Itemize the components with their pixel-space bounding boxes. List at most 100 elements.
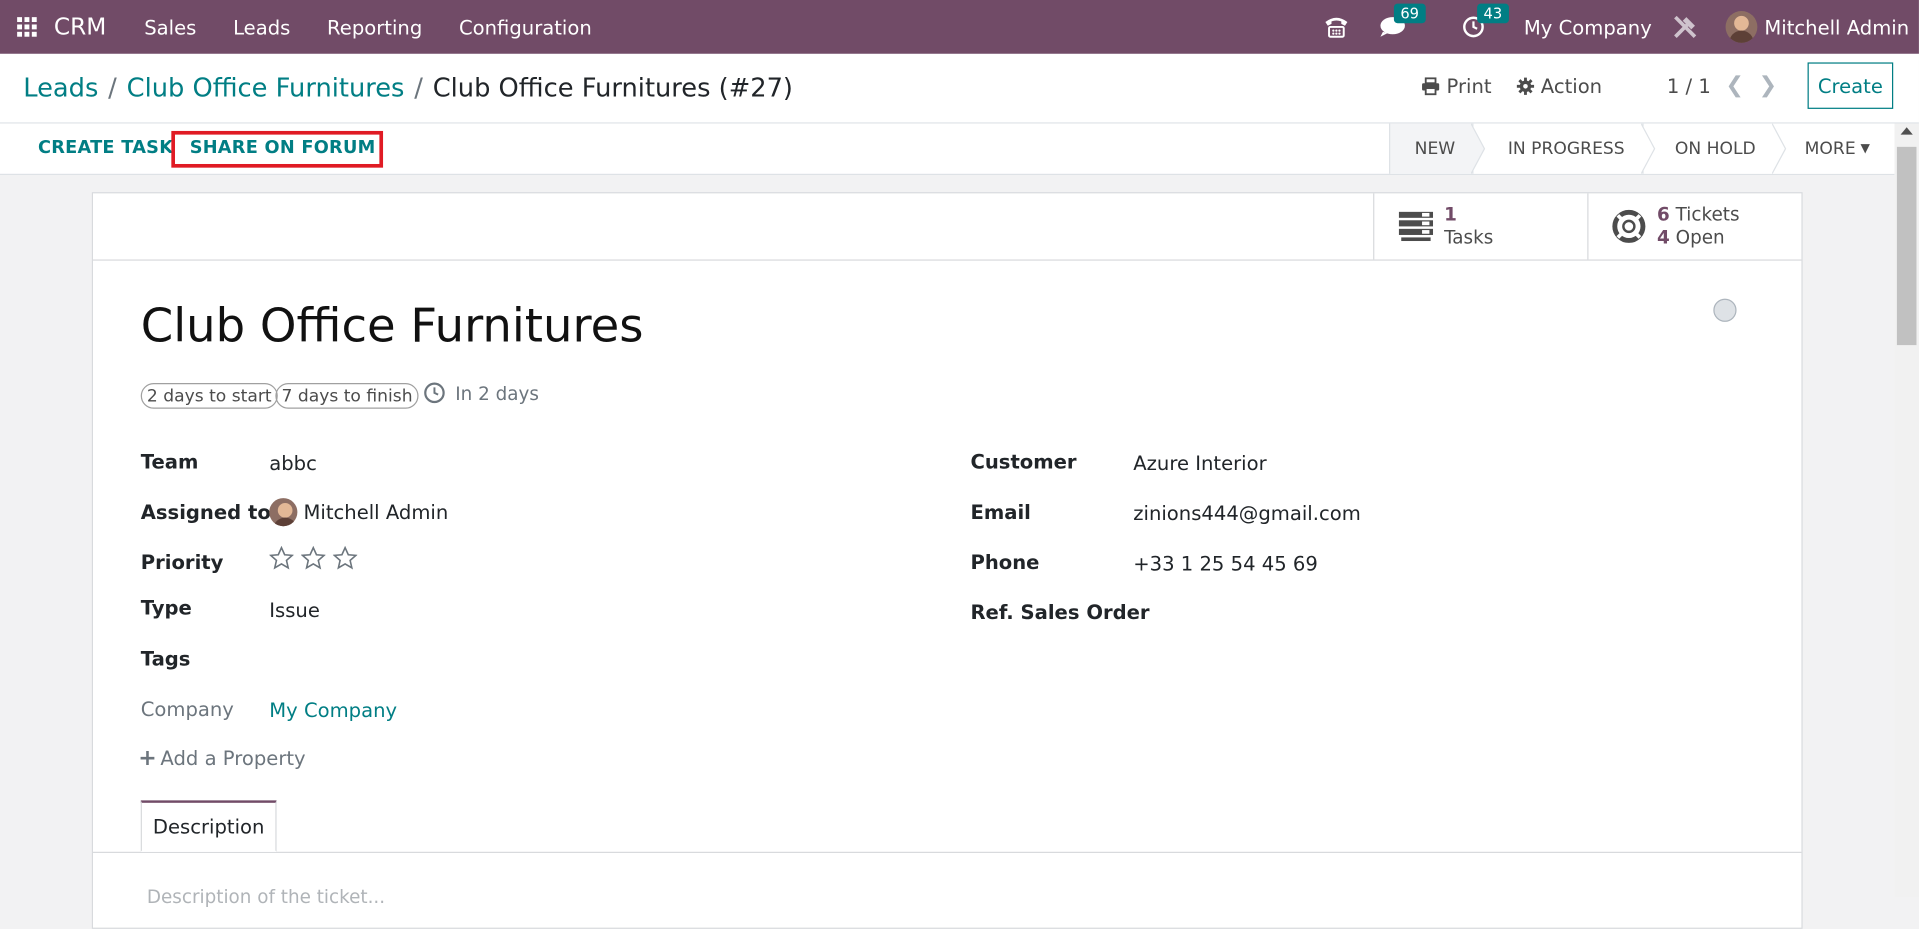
caret-down-icon: ▼ bbox=[1860, 141, 1870, 156]
activities-clock-icon[interactable]: 43 bbox=[1463, 3, 1509, 38]
pager-next-icon[interactable]: ❯ bbox=[1759, 72, 1777, 98]
breadcrumb: Leads / Club Office Furnitures / Club Office… bbox=[23, 73, 793, 102]
assigned-to-field[interactable]: Mitchell Admin bbox=[269, 498, 449, 527]
priority-widget bbox=[269, 545, 358, 570]
create-task-button[interactable]: CREATE TASK bbox=[38, 138, 173, 158]
breadcrumb-current: Club Office Furnitures (#27) bbox=[432, 73, 793, 103]
tasks-count: 1 bbox=[1444, 203, 1457, 226]
company-switcher[interactable]: My Company bbox=[1524, 15, 1652, 38]
messages-count-badge: 69 bbox=[1394, 3, 1426, 24]
phone-field[interactable]: +33 1 25 54 45 69 bbox=[1133, 552, 1318, 575]
add-property-button[interactable]: + Add a Property bbox=[138, 745, 305, 771]
user-avatar bbox=[1725, 11, 1758, 43]
tags-label: Tags bbox=[140, 647, 191, 671]
assigned-to-label: Assigned to bbox=[140, 500, 271, 524]
customer-field[interactable]: Azure Interior bbox=[1133, 452, 1266, 475]
tasks-stat: 1 Tasks bbox=[1444, 203, 1493, 250]
print-label: Print bbox=[1446, 74, 1492, 98]
add-property-label: Add a Property bbox=[160, 746, 306, 770]
type-field[interactable]: Issue bbox=[269, 598, 320, 621]
pager-previous-icon[interactable]: ❮ bbox=[1726, 72, 1744, 98]
priority-star-icon[interactable] bbox=[301, 545, 326, 570]
days-to-start-badge: 2 days to start bbox=[140, 383, 278, 409]
form-statusbar: CREATE TASK SHARE ON FORUM NEW IN PROGRE… bbox=[0, 123, 1895, 176]
tickets-label: Tickets bbox=[1675, 203, 1740, 226]
email-field[interactable]: zinions444@gmail.com bbox=[1133, 502, 1361, 525]
tickets-stat: 6 Tickets 4 Open bbox=[1657, 203, 1740, 250]
menu-leads[interactable]: Leads bbox=[233, 15, 290, 38]
tickets-count: 6 bbox=[1657, 203, 1670, 226]
share-forum-highlight-box bbox=[171, 130, 384, 168]
tasks-smart-button[interactable]: 1 Tasks bbox=[1373, 193, 1587, 260]
days-to-finish-badge: 7 days to finish bbox=[275, 383, 419, 409]
open-label: Open bbox=[1675, 226, 1725, 249]
assigned-to-value: Mitchell Admin bbox=[303, 500, 449, 524]
smart-button-box: 1 Tasks 6 Tickets 4 Open bbox=[93, 193, 1802, 261]
stage-on-hold[interactable]: ON HOLD bbox=[1641, 123, 1786, 174]
tasks-label: Tasks bbox=[1444, 226, 1494, 249]
customer-label: Customer bbox=[970, 450, 1077, 474]
team-field[interactable]: abbc bbox=[269, 452, 317, 475]
priority-star-icon[interactable] bbox=[332, 545, 358, 570]
print-button[interactable]: Print bbox=[1421, 75, 1492, 98]
debug-tools-icon[interactable] bbox=[1671, 13, 1698, 40]
stage-on-hold-label: ON HOLD bbox=[1674, 138, 1756, 159]
type-label: Type bbox=[140, 595, 192, 620]
stage-more-dropdown[interactable]: MORE ▼ bbox=[1772, 123, 1895, 174]
pager-value[interactable]: 1 / 1 bbox=[1667, 75, 1711, 98]
gear-icon bbox=[1516, 77, 1535, 95]
breadcrumb-separator: / bbox=[414, 73, 423, 103]
messages-icon[interactable]: 69 bbox=[1380, 3, 1426, 38]
top-navbar: CRM Sales Leads Reporting Configuration … bbox=[0, 0, 1919, 54]
create-button[interactable]: Create bbox=[1807, 62, 1894, 109]
company-label: Company bbox=[140, 697, 234, 721]
assignee-avatar bbox=[269, 498, 298, 527]
scrollbar-thumb[interactable] bbox=[1896, 146, 1917, 346]
priority-label: Priority bbox=[140, 550, 224, 574]
clock-icon bbox=[424, 382, 445, 404]
stage-new-label: NEW bbox=[1414, 138, 1456, 159]
tab-description[interactable]: Description bbox=[140, 800, 277, 852]
breadcrumb-lead[interactable]: Club Office Furnitures bbox=[127, 73, 405, 102]
voip-phone-icon[interactable] bbox=[1323, 15, 1350, 39]
breadcrumb-separator: / bbox=[108, 73, 117, 103]
stage-arrow-icon bbox=[1471, 123, 1486, 174]
lifebuoy-icon bbox=[1612, 209, 1646, 243]
open-count: 4 bbox=[1657, 226, 1670, 249]
team-label: Team bbox=[140, 450, 199, 474]
tickets-smart-button[interactable]: 6 Tickets 4 Open bbox=[1587, 193, 1801, 260]
user-name: Mitchell Admin bbox=[1764, 15, 1910, 39]
priority-star-icon[interactable] bbox=[269, 545, 294, 570]
notebook-tab-line bbox=[93, 851, 1802, 853]
deadline-text: In 2 days bbox=[455, 383, 539, 406]
tasks-list-icon bbox=[1398, 211, 1434, 242]
activities-count-badge: 43 bbox=[1477, 3, 1509, 24]
breadcrumb-leads[interactable]: Leads bbox=[23, 73, 98, 102]
menu-configuration[interactable]: Configuration bbox=[459, 15, 592, 38]
kanban-state-icon[interactable] bbox=[1713, 298, 1737, 322]
menu-sales[interactable]: Sales bbox=[144, 15, 196, 38]
stage-pipeline: NEW IN PROGRESS ON HOLD MORE ▼ bbox=[1388, 123, 1895, 174]
email-label: Email bbox=[970, 500, 1031, 524]
action-button[interactable]: Action bbox=[1516, 75, 1602, 98]
app-brand[interactable]: CRM bbox=[54, 13, 106, 40]
stage-more-label: MORE bbox=[1804, 138, 1856, 159]
apps-menu-icon[interactable] bbox=[0, 0, 54, 54]
printer-icon bbox=[1422, 77, 1440, 96]
phone-label: Phone bbox=[970, 550, 1040, 574]
form-sheet: 1 Tasks 6 Tickets 4 Open Club Office Fur… bbox=[91, 192, 1803, 929]
control-panel: Leads / Club Office Furnitures / Club Office… bbox=[0, 53, 1919, 124]
stage-new[interactable]: NEW bbox=[1388, 123, 1486, 174]
scroll-up-icon[interactable] bbox=[1900, 127, 1913, 135]
stage-arrow-icon bbox=[1640, 123, 1655, 174]
menu-reporting[interactable]: Reporting bbox=[327, 15, 422, 38]
company-field[interactable]: My Company bbox=[269, 699, 397, 722]
user-menu[interactable]: Mitchell Admin bbox=[1725, 11, 1909, 43]
action-label: Action bbox=[1540, 74, 1603, 98]
plus-icon: + bbox=[138, 745, 157, 771]
description-placeholder[interactable]: Description of the ticket... bbox=[147, 886, 385, 908]
stage-arrow-icon bbox=[1771, 123, 1786, 174]
record-title[interactable]: Club Office Furnitures bbox=[141, 299, 644, 353]
stage-in-progress-label: IN PROGRESS bbox=[1507, 138, 1625, 159]
stage-in-progress[interactable]: IN PROGRESS bbox=[1472, 123, 1655, 174]
